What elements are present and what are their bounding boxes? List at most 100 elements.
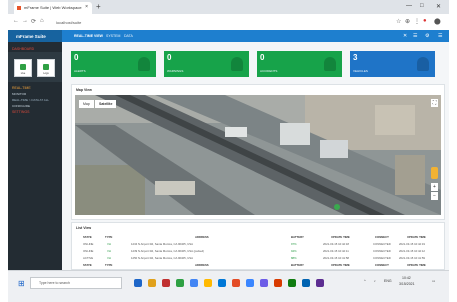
row-2-state: ONLINE <box>83 249 94 253</box>
live-button[interactable]: Live <box>14 59 32 77</box>
browser-tab[interactable]: mFrame Suite | Web Workspace × <box>14 2 92 14</box>
minimize-window-button[interactable]: — <box>406 3 412 9</box>
home-icon[interactable]: ⌂ <box>40 18 44 24</box>
profile-icon[interactable]: ● <box>423 18 427 24</box>
zoom-in-button[interactable]: + <box>431 183 438 191</box>
maximize-window-button[interactable]: □ <box>420 3 424 9</box>
menu-dots-icon[interactable]: ⋮ <box>414 18 420 25</box>
alerts-card[interactable]: 0 ALERTS <box>71 51 156 77</box>
footer-address: ADDRESS <box>195 263 209 267</box>
taskbar-app-icon[interactable] <box>204 279 212 287</box>
satellite-map[interactable]: Map Satellite ⛶ + − <box>75 95 441 215</box>
warnings-count: 0 <box>167 53 172 62</box>
taskbar-app-icon[interactable] <box>176 279 184 287</box>
sidebar-item-monitor[interactable]: MONITOR <box>12 92 60 96</box>
close-icon[interactable]: ✕ <box>403 33 407 39</box>
warnings-label: WARNINGS <box>167 69 184 73</box>
fullscreen-icon[interactable]: ⛶ <box>431 99 438 107</box>
extension-icon[interactable]: ⊕ <box>405 18 410 25</box>
list-icon[interactable]: ☰ <box>413 33 417 39</box>
footer-state: STATE <box>83 263 92 267</box>
zoom-out-button[interactable]: − <box>431 192 438 200</box>
gear-icon[interactable]: ⚙ <box>425 33 429 39</box>
taskbar-app-icon[interactable] <box>302 279 310 287</box>
alerts-count: 0 <box>74 53 79 62</box>
taskbar-app-icon[interactable] <box>288 279 296 287</box>
brand-logo[interactable]: mFrame Suite <box>8 30 62 42</box>
tab-satellite[interactable]: Satellite <box>95 100 117 108</box>
tab-map[interactable]: Map <box>79 100 94 108</box>
row-1-update: 2021-03-15 10:42:19 <box>399 242 425 246</box>
map-panel: Map View Map Satellite ⛶ + − <box>71 84 445 220</box>
menu-system[interactable]: SYSTEM <box>106 34 120 38</box>
taskbar-app-icon[interactable] <box>190 279 198 287</box>
taskbar-app-icon[interactable] <box>134 279 142 287</box>
taskbar-app-icon[interactable] <box>232 279 240 287</box>
address-url: localhost/suite <box>56 20 82 25</box>
row-1-state: ONLINE <box>83 242 94 246</box>
sidebar-item-configure[interactable]: CONFIGURE <box>12 104 60 108</box>
vehicles-label: VEHICLES <box>353 69 368 73</box>
sidebar-item-data[interactable]: REAL-TIME > DATA AT ALL <box>12 98 60 102</box>
column-address[interactable]: ADDRESS <box>195 235 209 239</box>
volume-icon[interactable]: ♪ <box>374 279 376 283</box>
sidebar-toolbox: Live Logs <box>8 52 62 82</box>
accident-icon <box>324 57 336 71</box>
accidents-label: ACCIDENTS <box>260 69 278 73</box>
close-tab-icon[interactable]: × <box>85 4 88 10</box>
row-2-time: 2021-03-15 10:42:11 <box>323 249 349 253</box>
close-window-button[interactable]: ✕ <box>436 3 441 10</box>
taskbar-search-box[interactable]: Type here to search <box>30 277 122 289</box>
alerts-label: ALERTS <box>74 69 86 73</box>
column-state[interactable]: STATE <box>83 235 92 239</box>
column-connect[interactable]: CONNECT <box>375 235 389 239</box>
row-3-type: VH <box>107 256 111 260</box>
address-bar[interactable]: localhost/suite <box>52 17 382 27</box>
clock-time[interactable]: 10:42 <box>402 276 411 280</box>
taskbar-app-icon[interactable] <box>260 279 268 287</box>
sidebar: DASHBOARD Live Logs REAL-TIME MONITOR RE… <box>8 42 62 270</box>
screen: mFrame Suite | Web Workspace × + — □ ✕ ←… <box>8 0 449 302</box>
column-battery[interactable]: BATTERY <box>291 235 304 239</box>
footer-update-time: UPDATE TIME <box>331 263 350 267</box>
warnings-card[interactable]: 0 WARNINGS <box>164 51 249 77</box>
taskbar-app-icon[interactable] <box>218 279 226 287</box>
street-view-icon[interactable] <box>431 167 438 179</box>
brand-name: mFrame Suite <box>16 33 46 39</box>
live-button-label: Live <box>20 72 26 75</box>
row-1-connect: CONNECTED <box>373 242 391 246</box>
list-panel: List View STATE TYPE ADDRESS BATTERY UPD… <box>71 222 445 270</box>
new-tab-button[interactable]: + <box>96 2 101 11</box>
taskbar: ⊞ Type here to search ^ ♪ ENG 10:42 3/15… <box>8 270 449 302</box>
vehicles-card[interactable]: 3 VEHICLES <box>350 51 435 77</box>
live-icon <box>20 64 26 70</box>
taskbar-app-icon[interactable] <box>162 279 170 287</box>
logs-icon <box>43 64 49 70</box>
logs-button[interactable]: Logs <box>37 59 55 77</box>
column-update-time[interactable]: UPDATE TIME <box>331 235 350 239</box>
menu-realtime-view[interactable]: REAL-TIME VIEW <box>74 34 103 38</box>
account-icon[interactable]: ⬤ <box>434 18 441 25</box>
taskbar-app-icon[interactable] <box>246 279 254 287</box>
sidebar-section-realtime[interactable]: REAL-TIME <box>12 86 31 90</box>
sidebar-section-settings[interactable]: SETTINGS <box>12 110 30 114</box>
taskbar-app-icon[interactable] <box>148 279 156 287</box>
language-indicator[interactable]: ENG <box>384 279 392 283</box>
bookmark-star-icon[interactable]: ☆ <box>396 18 401 25</box>
taskbar-app-icon[interactable] <box>274 279 282 287</box>
reload-icon[interactable]: ⟳ <box>31 18 36 25</box>
windows-start-icon[interactable]: ⊞ <box>18 279 25 288</box>
back-icon[interactable]: ← <box>13 18 19 24</box>
tray-chevron-icon[interactable]: ^ <box>364 279 366 283</box>
row-1-type: VH <box>107 242 111 246</box>
column-update-time-2[interactable]: UPDATE TIME <box>407 235 426 239</box>
accidents-card[interactable]: 0 ACCIDENTS <box>257 51 342 77</box>
row-1-address: 1234 N Airport Rd, Santa Monica, CA 9040… <box>131 242 194 246</box>
menu-data[interactable]: DATA <box>124 34 133 38</box>
taskbar-app-icon[interactable] <box>316 279 324 287</box>
forward-icon[interactable]: → <box>22 18 28 24</box>
hamburger-icon[interactable]: ☰ <box>438 33 442 39</box>
clock-date[interactable]: 3/15/2021 <box>399 282 415 286</box>
column-type[interactable]: TYPE <box>105 235 112 239</box>
notification-icon[interactable]: ▭ <box>432 279 435 283</box>
